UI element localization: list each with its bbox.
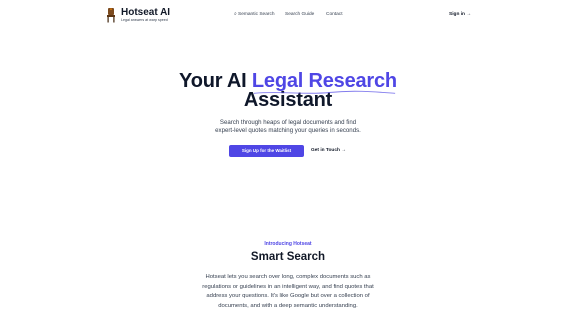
section-title: Smart Search xyxy=(250,251,326,263)
hero-subtitle: Search through heaps of legal documents … xyxy=(215,119,361,135)
brand-tagline: Legal answers at warp speed xyxy=(121,18,168,22)
features-section: Introducing Hotseat Smart Search Hotseat… xyxy=(0,241,576,312)
hero-actions: Sign Up for the Waitlist Get in Touch → xyxy=(0,145,576,157)
hero-section: Your AI Legal Research Assistant Search … xyxy=(0,70,576,136)
get-in-touch-link[interactable]: Get in Touch → xyxy=(311,145,346,157)
underline-squiggle-icon xyxy=(253,90,396,94)
top-navigation: Hotseat AI Legal answers at warp speed ⌕… xyxy=(0,0,576,30)
nav-links: ⌕ Semantic Search Search Guide Contact xyxy=(0,12,576,18)
waitlist-signup-button[interactable]: Sign Up for the Waitlist xyxy=(229,145,304,157)
nav-link-search-guide[interactable]: Search Guide xyxy=(285,12,314,18)
section-body: Hotseat lets you search over long, compl… xyxy=(202,274,374,310)
nav-link-semantic-search[interactable]: ⌕ Semantic Search xyxy=(234,12,275,18)
hero-title: Your AI Legal Research Assistant xyxy=(0,70,576,110)
nav-link-contact[interactable]: Contact xyxy=(326,12,343,18)
section-eyebrow: Introducing Hotseat xyxy=(264,241,312,247)
sign-in-link[interactable]: Sign in → xyxy=(449,12,471,18)
hero-title-accent: Legal Research xyxy=(251,70,397,94)
hero-title-accent-text: Legal Research xyxy=(251,70,397,92)
hero-title-prefix: Your AI xyxy=(179,70,252,92)
